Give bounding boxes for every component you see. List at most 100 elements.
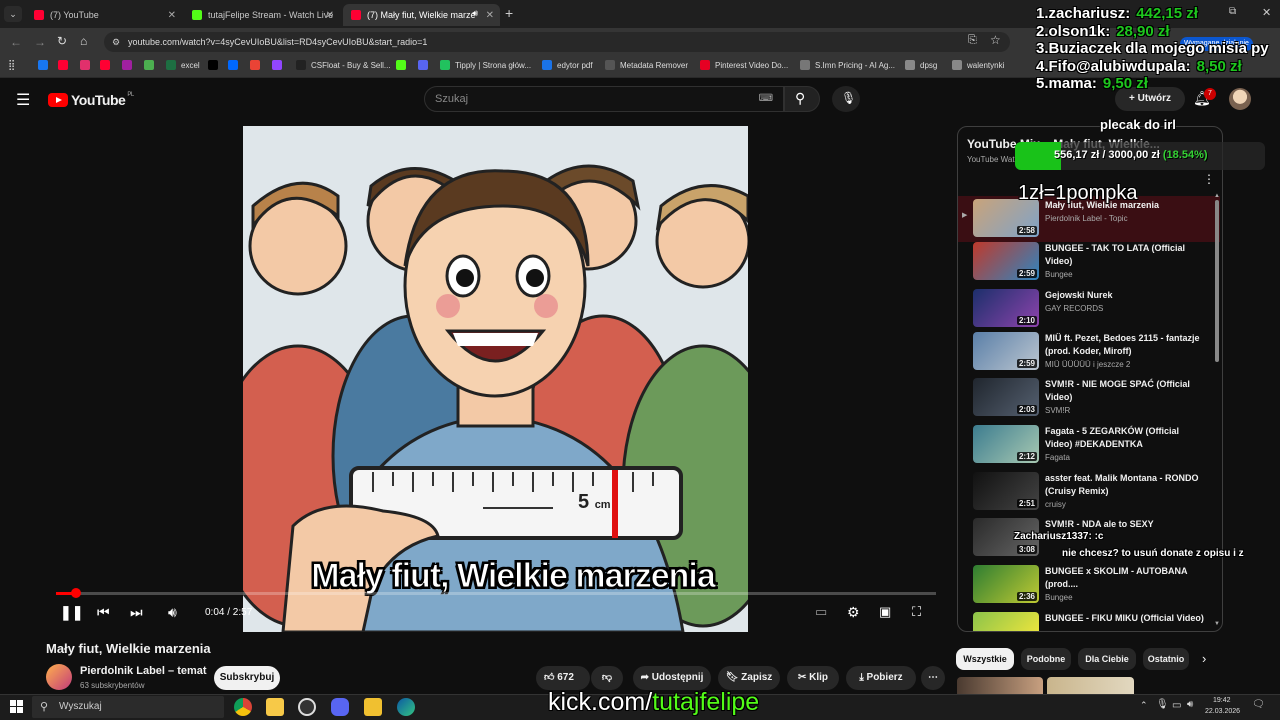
youtube-logo[interactable]: YouTube PL	[48, 92, 134, 108]
playlist-more-icon[interactable]: ⋮	[1203, 172, 1215, 186]
playlist-item[interactable]: 2:03 SVM!R - NIE MOGE SPAĆ (Official Vide…	[958, 375, 1220, 421]
settings-gear-icon[interactable]: ⚙︎	[847, 604, 860, 621]
scroll-up-icon[interactable]: ▲	[1214, 193, 1220, 199]
windows-search-box[interactable]: ⚲ Wyszukaj	[32, 696, 224, 718]
bookmark-item[interactable]: Pinterest Video Do...	[700, 60, 788, 70]
new-tab-button[interactable]: +	[505, 5, 513, 21]
speaker-icon[interactable]: 🔊︎	[472, 8, 478, 19]
bookmark-item[interactable]: Metadata Remover	[605, 60, 688, 70]
save-button[interactable]: 🔖︎ Zapisz	[718, 666, 780, 690]
channel-avatar[interactable]	[46, 664, 72, 690]
back-icon[interactable]: ←	[10, 35, 22, 49]
bookmark-item[interactable]	[208, 60, 223, 70]
dislike-button[interactable]: 👎︎	[591, 666, 623, 690]
bookmark-item[interactable]	[122, 60, 137, 70]
captions-icon[interactable]: ▭	[815, 604, 827, 620]
playlist-item[interactable]: 2:51 asster feat. Malik Montana - RONDO (…	[958, 469, 1220, 515]
tray-chevron-icon[interactable]: ⌃	[1140, 700, 1148, 711]
miniplayer-icon[interactable]: ▣	[879, 604, 891, 620]
bookmark-item[interactable]: walentynki	[952, 60, 1004, 70]
chip-all[interactable]: Wszystkie	[956, 648, 1014, 670]
menu-icon[interactable]: ☰	[16, 90, 30, 110]
bookmark-item[interactable]	[228, 60, 243, 70]
clock-time[interactable]: 19:42	[1213, 697, 1231, 704]
file-explorer-icon[interactable]	[266, 698, 284, 716]
discord-icon[interactable]	[331, 698, 349, 716]
more-actions-button[interactable]: ⋯	[921, 666, 945, 690]
volume-icon[interactable]: 🔊︎	[168, 604, 177, 621]
bookmark-item[interactable]	[144, 60, 159, 70]
chip-recent[interactable]: Ostatnio	[1143, 648, 1189, 670]
bookmark-item[interactable]	[58, 60, 73, 70]
home-icon[interactable]: ⌂	[80, 34, 87, 48]
obs-icon[interactable]	[298, 698, 316, 716]
site-info-icon[interactable]: ⚙︎	[112, 32, 120, 52]
playlist-item[interactable]: 2:59 BUNGEE - TAK TO LATA (Official Video…	[958, 239, 1220, 285]
close-tab-icon[interactable]: ✕	[486, 10, 494, 21]
playlist-item[interactable]: 2:12 Fagata - 5 ZEGARKÓW (Official Video)…	[958, 422, 1220, 468]
recommended-thumb[interactable]	[957, 677, 1043, 694]
share-button[interactable]: ➦ Udostępnij	[633, 666, 711, 690]
bookmark-item[interactable]	[418, 60, 433, 70]
notes-app-icon[interactable]	[364, 698, 382, 716]
bookmark-item[interactable]: edytor pdf	[542, 60, 593, 70]
voice-search-button[interactable]: 🎙︎	[832, 86, 860, 112]
close-tab-icon[interactable]: ✕	[326, 10, 334, 21]
close-tab-icon[interactable]: ✕	[168, 10, 176, 21]
browser-tab-video[interactable]: (7) Mały fiut, Wielkie marze 🔊︎ ✕	[343, 4, 500, 26]
bookmark-item[interactable]	[396, 60, 411, 70]
reload-icon[interactable]: ↻	[57, 34, 67, 48]
duration-badge: 2:59	[1016, 359, 1037, 368]
search-input[interactable]: Szukaj ⌨︎	[424, 86, 784, 112]
playlist-item[interactable]: 2:36 BUNGEE x SKOLIM - AUTOBANA (prod....…	[958, 562, 1220, 608]
bookmark-item[interactable]	[100, 60, 115, 70]
microphone-tray-icon[interactable]: 🎙︎	[1156, 699, 1169, 710]
notification-center-icon[interactable]: 🗨︎	[1252, 699, 1265, 710]
bookmark-item[interactable]: S.Imn Pricing - AI Ag...	[800, 60, 895, 70]
chevron-right-icon[interactable]: ›	[1202, 651, 1206, 666]
seek-bar-handle[interactable]	[71, 588, 82, 598]
chip-similar[interactable]: Podobne	[1021, 648, 1071, 670]
next-icon[interactable]: ⏭︎	[130, 604, 143, 621]
like-button[interactable]: 👍︎ 672	[536, 666, 590, 690]
tab-search-button[interactable]: ⌄	[4, 6, 22, 22]
playlist-item[interactable]: 2:59 MIÜ ft. Pezet, Bedoes 2115 - fantazj…	[958, 329, 1220, 375]
bookmark-item[interactable]: dpsg	[905, 60, 937, 70]
keyboard-icon[interactable]: ⌨︎	[759, 87, 773, 111]
bookmark-item[interactable]: excel	[166, 60, 200, 70]
search-button[interactable]: ⚲	[784, 86, 820, 112]
forward-icon[interactable]: →	[34, 35, 46, 49]
clip-button[interactable]: ✂ Klip	[787, 666, 839, 690]
apps-grid-icon[interactable]: ⣿	[8, 60, 15, 71]
download-button[interactable]: ⤓ Pobierz	[846, 666, 916, 690]
network-icon[interactable]: ▭	[1172, 700, 1181, 711]
previous-icon[interactable]: ⏮︎	[97, 604, 110, 621]
address-bar[interactable]: ⚙︎ youtube.com/watch?v=4syCevUIoBU&list=…	[104, 32, 1010, 52]
seek-bar[interactable]	[56, 588, 936, 598]
playlist-item[interactable]: 2:10 Gejowski Nurek GAY RECORDS	[958, 286, 1220, 332]
pause-icon[interactable]: ❚❚	[60, 604, 83, 621]
bookmark-star-icon[interactable]: ☆	[990, 33, 1001, 47]
playlist-item[interactable]: BUNGEE - FIKU MIKU (Official Video)Bunge…	[958, 609, 1220, 631]
bookmark-item[interactable]	[80, 60, 95, 70]
browser-tab-kick[interactable]: tutajFelipe Stream - Watch Live ✕	[184, 4, 340, 26]
fullscreen-icon[interactable]: ⛶	[912, 604, 921, 620]
browser-tab-youtube[interactable]: (7) YouTube ✕	[26, 4, 182, 26]
clock-date[interactable]: 22.03.2026	[1205, 708, 1240, 715]
chip-for-you[interactable]: Dla Ciebie	[1078, 648, 1136, 670]
bookmark-item[interactable]	[250, 60, 265, 70]
playlist-scrollbar[interactable]	[1215, 200, 1219, 362]
bookmark-item[interactable]: Tipply | Strona głów...	[440, 60, 531, 70]
channel-name[interactable]: Pierdolnik Label – temat	[80, 665, 207, 677]
bookmark-item[interactable]	[38, 60, 53, 70]
edge-icon[interactable]	[397, 698, 415, 716]
recommended-thumb[interactable]	[1047, 677, 1134, 694]
bookmark-item[interactable]: CSFloat - Buy & Sell...	[296, 60, 391, 70]
install-app-icon[interactable]: ⎘	[968, 34, 977, 47]
windows-start-icon[interactable]	[10, 700, 23, 713]
chrome-icon[interactable]	[234, 698, 252, 716]
scroll-down-icon[interactable]: ▼	[1214, 621, 1220, 627]
volume-tray-icon[interactable]: 🔊︎	[1187, 699, 1193, 710]
bookmark-item[interactable]	[272, 60, 287, 70]
subscribe-button[interactable]: Subskrybuj	[214, 666, 280, 690]
